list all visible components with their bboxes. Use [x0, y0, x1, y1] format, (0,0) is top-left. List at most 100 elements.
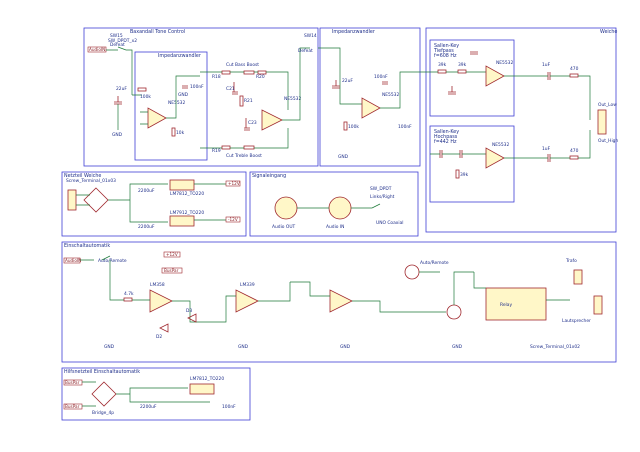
c23-val: C23 — [248, 120, 257, 126]
r-hp-val: 39k — [460, 172, 469, 178]
c-out2-val: 1uF — [542, 146, 551, 152]
auto-manuell-label: Auto/Remote — [98, 258, 127, 264]
wire-u1 — [132, 75, 200, 125]
r18-val: R18 — [212, 74, 221, 80]
r-hp — [455, 169, 460, 179]
block-aux-supply — [61, 367, 251, 421]
audio-in-din-label: Audio IN — [326, 224, 344, 230]
treble-boost-label: Cut Treble Boost — [226, 153, 262, 159]
r-out1 — [569, 73, 579, 78]
screw-terminal-ps — [67, 189, 77, 211]
tag-buspar-aux2-text: BusPar — [65, 404, 80, 409]
tag-buspar-aux1-text: BusPar — [65, 380, 80, 385]
bridge-rectifier — [83, 187, 109, 213]
out-low-label: Out_Low — [598, 102, 617, 108]
r14 — [137, 87, 147, 92]
v12-label: +12V — [228, 181, 240, 186]
title-impedance-converter: Impedanzwandler — [158, 53, 201, 59]
sw-dpdt-label: SW_DPDT — [370, 186, 392, 192]
title-signal-input: Signaleingang — [252, 173, 286, 179]
title-high-pass-3: f=442 Hz — [434, 139, 457, 145]
block-tone-control — [83, 27, 319, 167]
r18 — [221, 70, 231, 75]
c-ps1-val: 2200uF — [138, 188, 155, 194]
c-aux-val: 2200uF — [140, 404, 157, 410]
opamp-u3a — [485, 65, 505, 87]
wire-out — [540, 75, 591, 159]
relay-block — [485, 287, 547, 321]
r19 — [221, 145, 231, 150]
opamp-lm358 — [149, 289, 173, 313]
r-lp2-val: 39k — [458, 62, 467, 68]
auto-remote-label: Auto/Remote — [420, 260, 449, 266]
bridge-aux — [91, 381, 117, 407]
audio-in-text: AudioIN — [89, 47, 105, 52]
r-imp2-val: 100k — [348, 124, 359, 130]
r-lp1 — [437, 69, 447, 74]
wire-treble — [200, 128, 289, 149]
lm7812-aux — [189, 383, 215, 395]
c-aux2-val: 100nF — [222, 404, 236, 410]
c-lp1 — [470, 51, 478, 55]
c-lp2 — [448, 86, 456, 95]
r14-val: 100k — [140, 94, 151, 100]
c-ps2-val: 2200uF — [138, 224, 155, 230]
wire-comp2 — [290, 281, 400, 313]
rv-bass — [243, 70, 255, 75]
opamp-u4 — [361, 97, 381, 119]
r-imp2 — [343, 121, 348, 131]
d3-label: D3 — [186, 308, 192, 314]
screw-terminal-out — [597, 109, 607, 135]
lautsprecher-label: Lautsprecher — [562, 318, 591, 324]
c-u4b-val: 100nF — [398, 124, 412, 130]
gnd-2: GND — [178, 92, 189, 98]
gnd-1: GND — [112, 132, 123, 138]
c19-val: 22uF — [116, 86, 127, 92]
title-impedance-converter-2: Impedanzwandler — [332, 29, 375, 35]
r21-val: R21 — [244, 98, 253, 104]
vm12-label: -12V — [228, 217, 238, 222]
tag-buspar-text: BusPar — [164, 268, 179, 273]
screw-terminal-auto: Screw_Terminal_01x02 — [530, 344, 580, 350]
c22-val: 22uF — [342, 78, 353, 84]
gnd-auto-3: GND — [340, 344, 351, 350]
audio-in2-text: AudioIN — [65, 258, 81, 263]
lm358-label: LM358 — [150, 282, 165, 288]
r-lp1-val: 39k — [438, 62, 447, 68]
lm7812-aux-label: LM7812_TO220 — [190, 376, 224, 382]
wire-imp2 — [318, 47, 362, 105]
links-rechts-label: Links/Right — [370, 194, 395, 200]
defeat-label-right: Defeat — [298, 48, 313, 54]
rv-treble — [243, 145, 255, 150]
trafo-label: Trafo — [565, 258, 577, 264]
transistor-q1 — [404, 264, 420, 280]
comparator-2 — [329, 289, 353, 313]
lm339-label: LM339 — [240, 282, 255, 288]
c22 — [332, 80, 340, 89]
c-u4 — [382, 81, 388, 85]
gnd-auto-2: GND — [238, 344, 249, 350]
r-47k-1-val: 4.7k — [124, 291, 134, 297]
block-impedance-converter — [134, 51, 208, 161]
din-connector-1 — [274, 196, 298, 220]
defeat-label-left: Defeat — [110, 42, 125, 48]
bridge-aux-label: Bridge_4p — [92, 410, 114, 416]
bass-boost-label: Cut Bass Boost — [226, 62, 259, 68]
title-tone-control: Baxandall Tone Control — [130, 29, 185, 35]
block-impedance-converter-2 — [319, 27, 421, 167]
opamp-u3a-type: NE5532 — [496, 60, 513, 66]
opamp-u1-type: NE5532 — [168, 100, 185, 106]
audio-out-label: Audio OUT — [272, 224, 296, 230]
r13 — [171, 127, 176, 137]
gnd-auto-1: GND — [104, 344, 115, 350]
tag-12v-auto-text: +12V — [166, 252, 178, 257]
schematic-canvas: Baxandall Tone Control Impedanzwandler I… — [61, 27, 618, 421]
opamp-u3b-type: NE5532 — [492, 142, 509, 148]
lm7912-label: LM7912_TO220 — [170, 210, 204, 216]
sw14-label: SW14 — [304, 33, 317, 39]
opamp-u3b — [485, 147, 505, 169]
r-out1-val: 470 — [570, 66, 579, 72]
r19-val: R19 — [212, 148, 221, 154]
transistor-q2 — [446, 304, 462, 320]
d2-label: D2 — [156, 334, 162, 340]
